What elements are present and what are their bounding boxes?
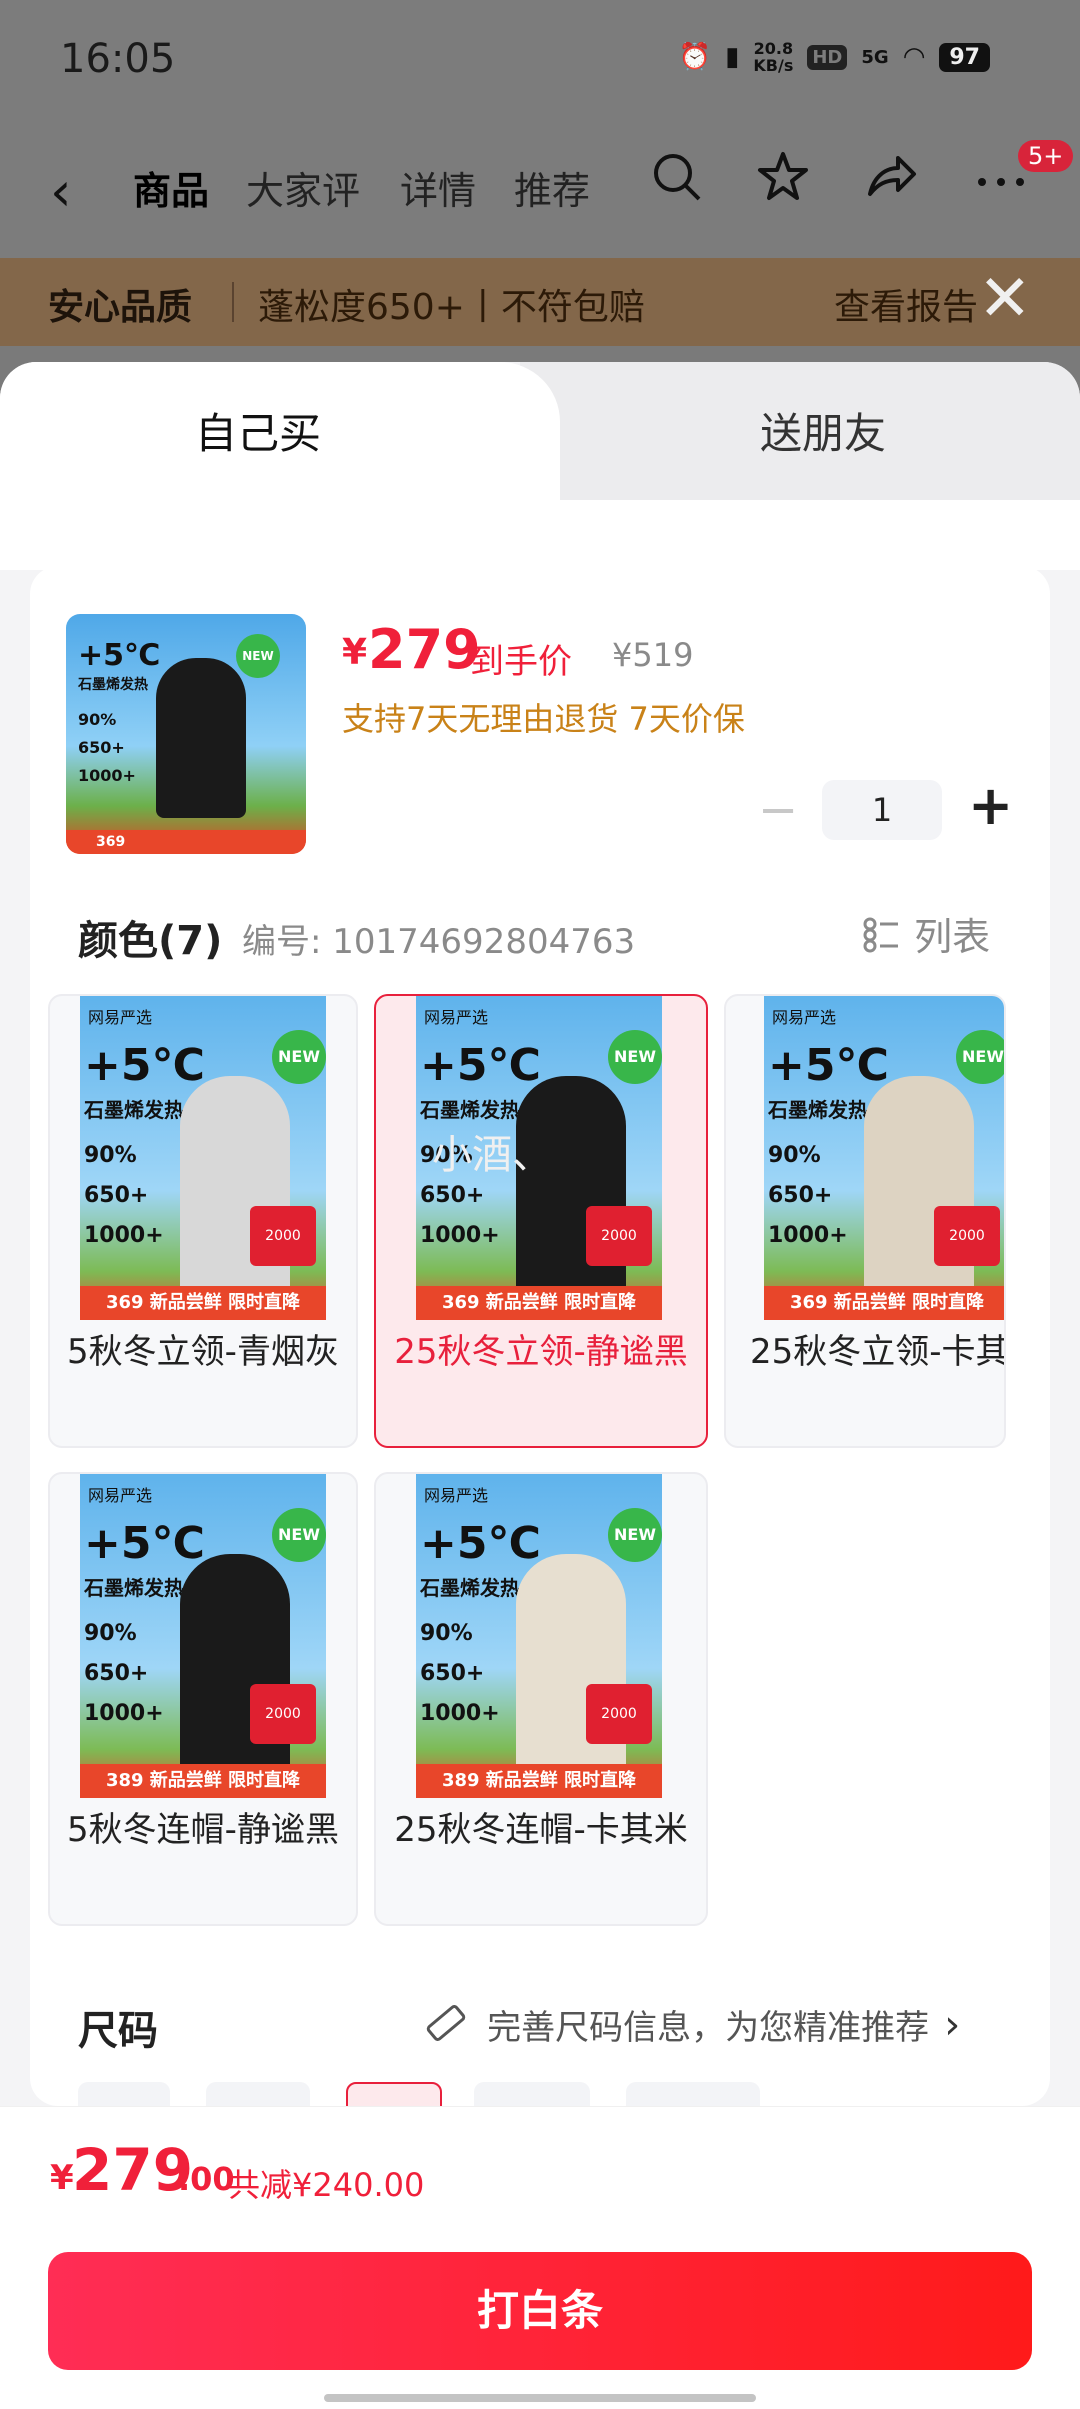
list-icon	[862, 915, 902, 964]
search-icon[interactable]	[650, 150, 704, 217]
vibrate-icon: ▮	[725, 42, 740, 72]
back-icon[interactable]: ‹	[50, 160, 72, 223]
new-badge: NEW	[608, 1508, 662, 1562]
new-badge: NEW	[608, 1030, 662, 1084]
alarm-icon: ⏰	[678, 42, 712, 72]
new-badge: NEW	[956, 1030, 1004, 1084]
return-policy: 支持7天无理由退货 7天价保	[342, 700, 745, 738]
home-indicator[interactable]	[324, 2394, 756, 2402]
final-price: 279	[368, 618, 481, 681]
sheet-header-fill	[0, 500, 1080, 570]
new-badge: NEW	[236, 634, 280, 678]
ruler-icon	[424, 2001, 468, 2049]
quantity-plus-button[interactable]: +	[968, 774, 1013, 837]
color-option[interactable]: 网易严选 +5℃ 石墨烯发热 90% 650+ 1000+ NEW 2000 389…	[374, 1472, 708, 1926]
savings-text: 共减¥240.00	[228, 2166, 425, 2204]
quality-text: 蓬松度650+丨不符包赔	[258, 287, 645, 328]
notification-badge: 5+	[1018, 140, 1074, 172]
color-option[interactable]: 网易严选 +5℃ 石墨烯发热 90% 650+ 1000+ NEW 2000 389…	[48, 1472, 358, 1926]
share-icon[interactable]	[864, 150, 918, 217]
size-section-title: 尺码	[78, 2008, 158, 2054]
signal-icon: 5G	[861, 46, 889, 68]
quantity-input[interactable]: 1	[822, 780, 942, 840]
color-option-label: 25秋冬连帽-卡其米	[394, 1810, 688, 1850]
list-view-toggle[interactable]: 列表	[862, 906, 990, 964]
new-badge: NEW	[272, 1030, 326, 1084]
model-figure	[156, 658, 246, 818]
color-option-selected[interactable]: 网易严选 +5℃ 石墨烯发热 90% 650+ 1000+ NEW 2000 369…	[374, 994, 708, 1448]
sku-number: 编号: 10174692804763	[242, 922, 636, 962]
price-currency: ¥	[342, 632, 368, 673]
hd-icon: HD	[807, 44, 848, 70]
new-badge: NEW	[272, 1508, 326, 1562]
size-recommend-link[interactable]: 完善尺码信息，为您精准推荐 ›	[424, 2000, 960, 2049]
price-label: 到手价	[470, 642, 572, 682]
color-option-label: 5秋冬连帽-静谧黑	[67, 1810, 339, 1850]
baitiao-pay-button[interactable]: 打白条	[48, 2252, 1032, 2370]
close-icon[interactable]: ✕	[978, 262, 1032, 336]
color-section-title: 颜色(7)	[78, 918, 223, 964]
divider	[232, 282, 234, 322]
tab-recommend[interactable]: 推荐	[514, 160, 590, 215]
status-time: 16:05	[60, 36, 176, 82]
chevron-right-icon: ›	[944, 2001, 961, 2048]
quality-title: 安心品质	[48, 287, 193, 328]
color-option[interactable]: 网易严选 +5℃ 石墨烯发热 90% 650+ 1000+ NEW 2000 369…	[48, 994, 358, 1448]
network-speed: 20.8 KB/s	[753, 39, 794, 75]
favorite-star-icon[interactable]	[756, 150, 810, 217]
color-option-label: 25秋冬立领-静谧黑	[394, 1332, 688, 1372]
quantity-minus-button[interactable]: −	[758, 782, 798, 838]
view-report-link[interactable]: 查看报告	[834, 278, 978, 330]
color-option-label: 25秋冬立领-卡其米	[750, 1332, 1004, 1372]
tab-gift-friend[interactable]: 送朋友	[760, 400, 886, 461]
total-price-decimal: .00	[178, 2160, 235, 2198]
color-option[interactable]: 网易严选 +5℃ 石墨烯发热 90% 650+ 1000+ NEW 2000 369…	[724, 994, 1006, 1448]
battery-icon: 97	[939, 42, 990, 72]
color-option-label: 5秋冬立领-青烟灰	[67, 1332, 339, 1372]
tab-buy-self[interactable]: 自己买	[195, 400, 321, 461]
wifi-icon: ◠	[902, 42, 926, 72]
original-price: ¥519	[612, 636, 694, 674]
tab-product[interactable]: 商品	[133, 160, 209, 215]
total-price: 279	[72, 2136, 194, 2204]
status-icons: ⏰ ▮ 20.8 KB/s HD 5G ◠ 97	[679, 40, 990, 74]
tab-details[interactable]: 详情	[400, 160, 476, 215]
total-currency: ¥	[50, 2158, 74, 2198]
tab-reviews[interactable]: 大家评	[246, 160, 360, 215]
watermark-text: 小酒、	[432, 1132, 552, 1178]
product-thumbnail: +5℃ 石墨烯发热 90% 650+ 1000+ NEW 369	[66, 614, 306, 854]
